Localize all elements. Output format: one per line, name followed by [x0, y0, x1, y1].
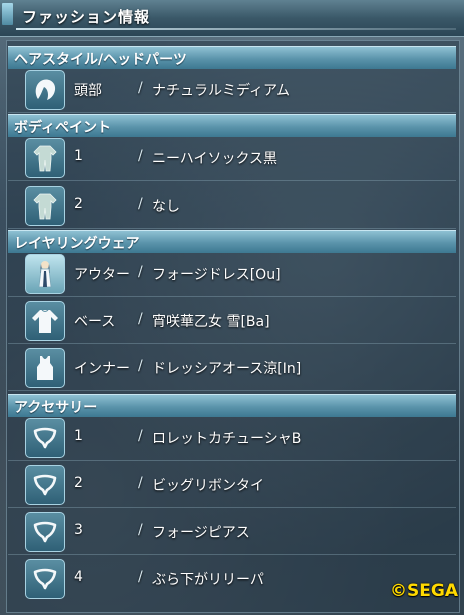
row-separator: /: [138, 311, 143, 327]
title-accent-bar: [2, 3, 13, 25]
hair-icon: [25, 70, 65, 110]
section-header-layering: レイヤリングウェア: [8, 230, 456, 253]
section-header-hair: ヘアスタイル/ヘッドパーツ: [8, 46, 456, 69]
row-label: 4: [74, 569, 83, 585]
row-value: ロレットカチューシャB: [152, 431, 302, 447]
window-title: ファッション情報: [22, 8, 151, 26]
row-value: ぶら下がリリーパ: [152, 572, 264, 588]
copyright-notice: ©SEGA: [390, 581, 458, 601]
list-item-accessory-4[interactable]: 4 / ぶら下がリリーパ: [8, 557, 456, 601]
row-separator: /: [138, 475, 143, 491]
list-item-base[interactable]: ベース / 宵咲華乙女 雪[Ba]: [8, 299, 456, 344]
list-item-accessory-3[interactable]: 3 / フォージピアス: [8, 510, 456, 555]
section-title-hair: ヘアスタイル/ヘッドパーツ: [14, 52, 187, 68]
row-value: ドレッシアオース涼[In]: [152, 361, 302, 377]
row-separator: /: [138, 148, 143, 164]
row-label: 3: [74, 522, 83, 538]
bodysuit-icon: [25, 186, 65, 226]
row-label: 1: [74, 428, 83, 444]
section-title-bodypaint: ボディペイント: [14, 120, 112, 136]
row-value: フォージドレス[Ou]: [152, 267, 281, 283]
row-value: フォージピアス: [152, 525, 250, 541]
title-divider: [16, 28, 456, 30]
list-item-head[interactable]: 頭部 / ナチュラルミディアム: [8, 68, 456, 113]
section-title-accessory: アクセサリー: [14, 400, 98, 416]
list-item-outer[interactable]: アウター / フォージドレス[Ou]: [8, 252, 456, 297]
row-label: 1: [74, 148, 83, 164]
row-value: 宵咲華乙女 雪[Ba]: [152, 314, 270, 330]
row-separator: /: [138, 428, 143, 444]
row-value: ビッグリボンタイ: [152, 478, 264, 494]
longsleeve-shirt-icon: [25, 301, 65, 341]
list-item-bodypaint-1[interactable]: 1 / ニーハイソックス黒: [8, 136, 456, 181]
list-item-accessory-2[interactable]: 2 / ビッグリボンタイ: [8, 463, 456, 508]
row-separator: /: [138, 569, 143, 585]
section-header-bodypaint: ボディペイント: [8, 114, 456, 137]
list-item-inner[interactable]: インナー / ドレッシアオース涼[In]: [8, 346, 456, 391]
outfit-preview-icon: [25, 254, 65, 294]
row-value: ニーハイソックス黒: [152, 151, 278, 167]
necklace-icon: [25, 512, 65, 552]
necklace-icon: [25, 418, 65, 458]
section-header-accessory: アクセサリー: [8, 394, 456, 417]
list-item-bodypaint-2[interactable]: 2 / なし: [8, 184, 456, 229]
row-label: インナー: [74, 361, 130, 377]
necklace-icon: [25, 559, 65, 599]
row-separator: /: [138, 358, 143, 374]
row-label: ベース: [74, 314, 116, 330]
row-separator: /: [138, 522, 143, 538]
row-separator: /: [138, 264, 143, 280]
row-label: アウター: [74, 267, 130, 283]
row-value: ナチュラルミディアム: [152, 83, 291, 99]
list-item-accessory-1[interactable]: 1 / ロレットカチューシャB: [8, 416, 456, 461]
row-label: 頭部: [74, 83, 102, 99]
tank-top-icon: [25, 348, 65, 388]
row-label: 2: [74, 475, 83, 491]
row-separator: /: [138, 196, 143, 212]
row-separator: /: [138, 80, 143, 96]
section-title-layering: レイヤリングウェア: [14, 236, 140, 252]
window-titlebar[interactable]: ファッション情報: [0, 0, 464, 37]
bodysuit-icon: [25, 138, 65, 178]
row-value: なし: [152, 199, 180, 215]
row-label: 2: [74, 196, 83, 212]
necklace-icon: [25, 465, 65, 505]
